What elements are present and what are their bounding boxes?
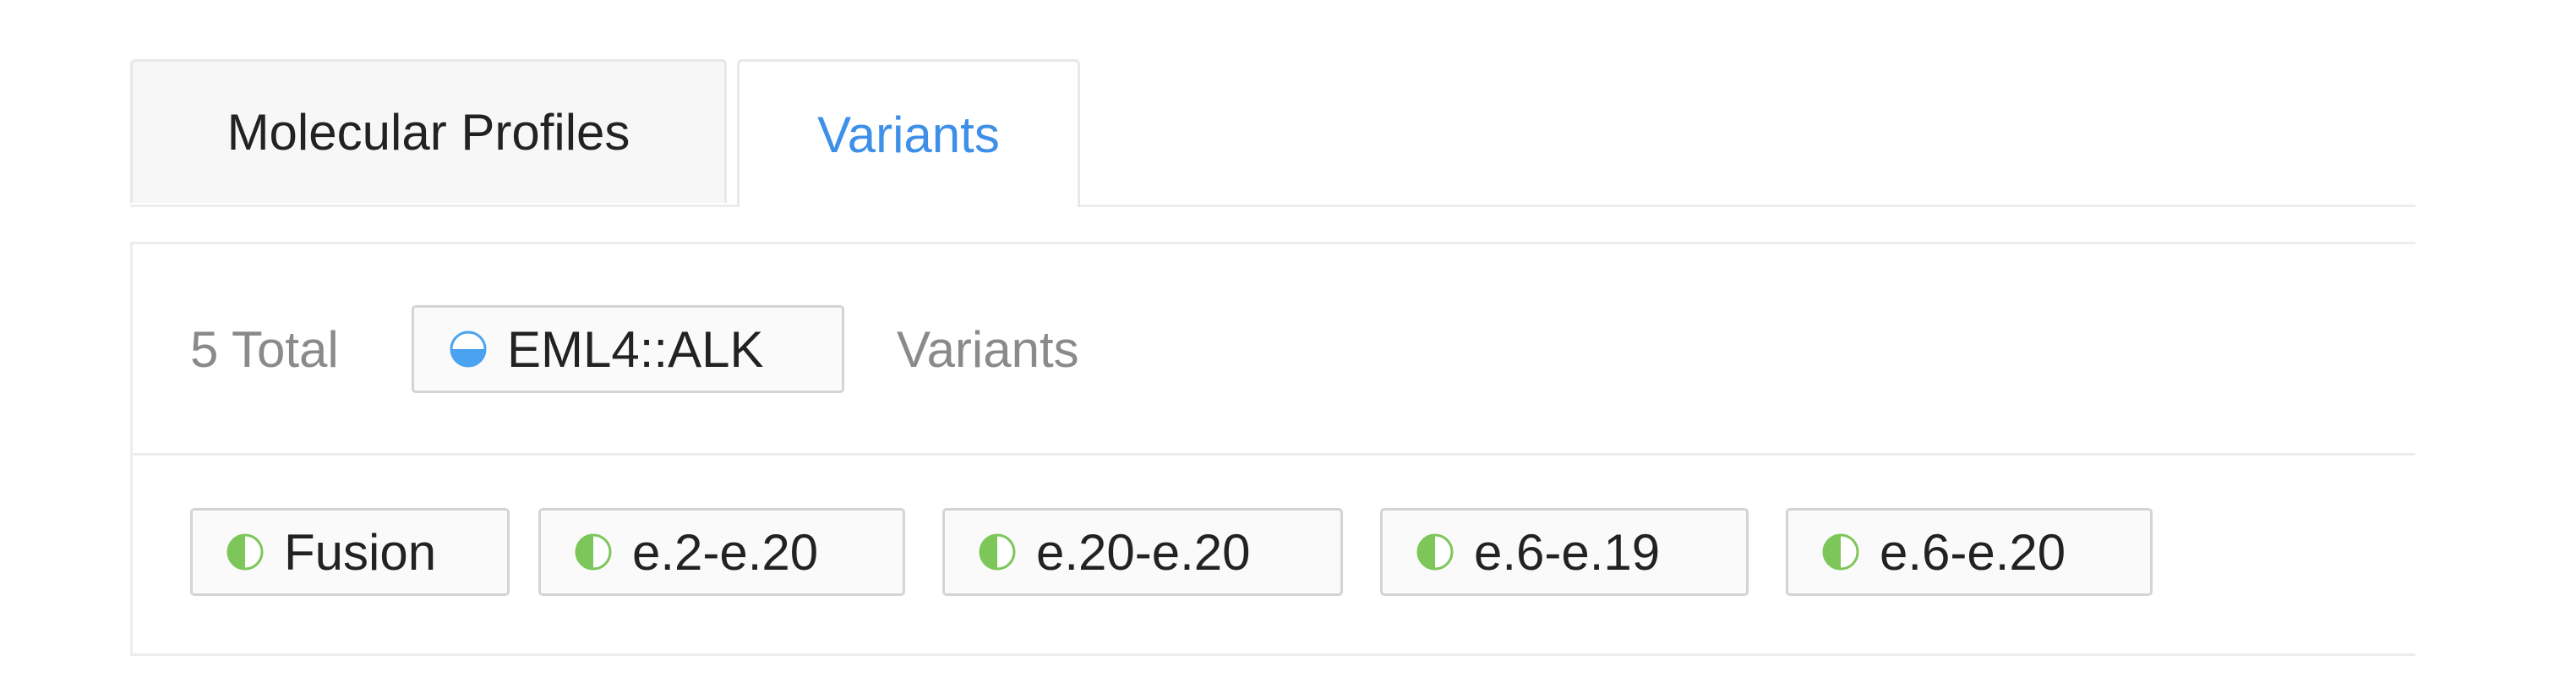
tab-bar: Molecular Profiles Variants bbox=[130, 59, 2415, 207]
variant-chip-fusion[interactable]: Fusion bbox=[190, 508, 510, 596]
half-filled-circle-green-icon bbox=[1822, 533, 1859, 571]
card-header: 5 Total EML4::ALK Variants bbox=[133, 244, 2415, 456]
variants-suffix-label: Variants bbox=[897, 321, 1079, 378]
half-filled-circle-green-icon bbox=[575, 533, 612, 571]
variant-label: Fusion bbox=[284, 523, 437, 581]
half-filled-circle-blue-icon bbox=[450, 331, 487, 368]
variant-chip-e6-e19[interactable]: e.6-e.19 bbox=[1380, 508, 1749, 596]
gene-label: EML4::ALK bbox=[507, 320, 764, 378]
tab-label: Variants bbox=[817, 106, 1000, 163]
tab-variants[interactable]: Variants bbox=[737, 59, 1080, 207]
variants-panel: Molecular Profiles Variants 5 Total EML4… bbox=[0, 0, 2576, 683]
variant-chip-e2-e20[interactable]: e.2-e.20 bbox=[538, 508, 905, 596]
variant-label: e.6-e.19 bbox=[1474, 523, 1661, 581]
half-filled-circle-green-icon bbox=[979, 533, 1016, 571]
total-count: 5 Total bbox=[190, 321, 339, 378]
tab-label: Molecular Profiles bbox=[226, 104, 630, 161]
variant-label: e.6-e.20 bbox=[1880, 523, 2066, 581]
variant-label: e.2-e.20 bbox=[632, 523, 819, 581]
variant-chip-e6-e20[interactable]: e.6-e.20 bbox=[1786, 508, 2153, 596]
gene-chip-eml4-alk[interactable]: EML4::ALK bbox=[412, 305, 844, 393]
half-filled-circle-green-icon bbox=[1416, 533, 1454, 571]
variant-chip-e20-e20[interactable]: e.20-e.20 bbox=[942, 508, 1343, 596]
half-filled-circle-green-icon bbox=[226, 533, 264, 571]
tab-molecular-profiles[interactable]: Molecular Profiles bbox=[130, 59, 727, 203]
variant-label: e.20-e.20 bbox=[1036, 523, 1251, 581]
variants-card: 5 Total EML4::ALK Variants Fusion e.2-e.… bbox=[130, 242, 2415, 656]
